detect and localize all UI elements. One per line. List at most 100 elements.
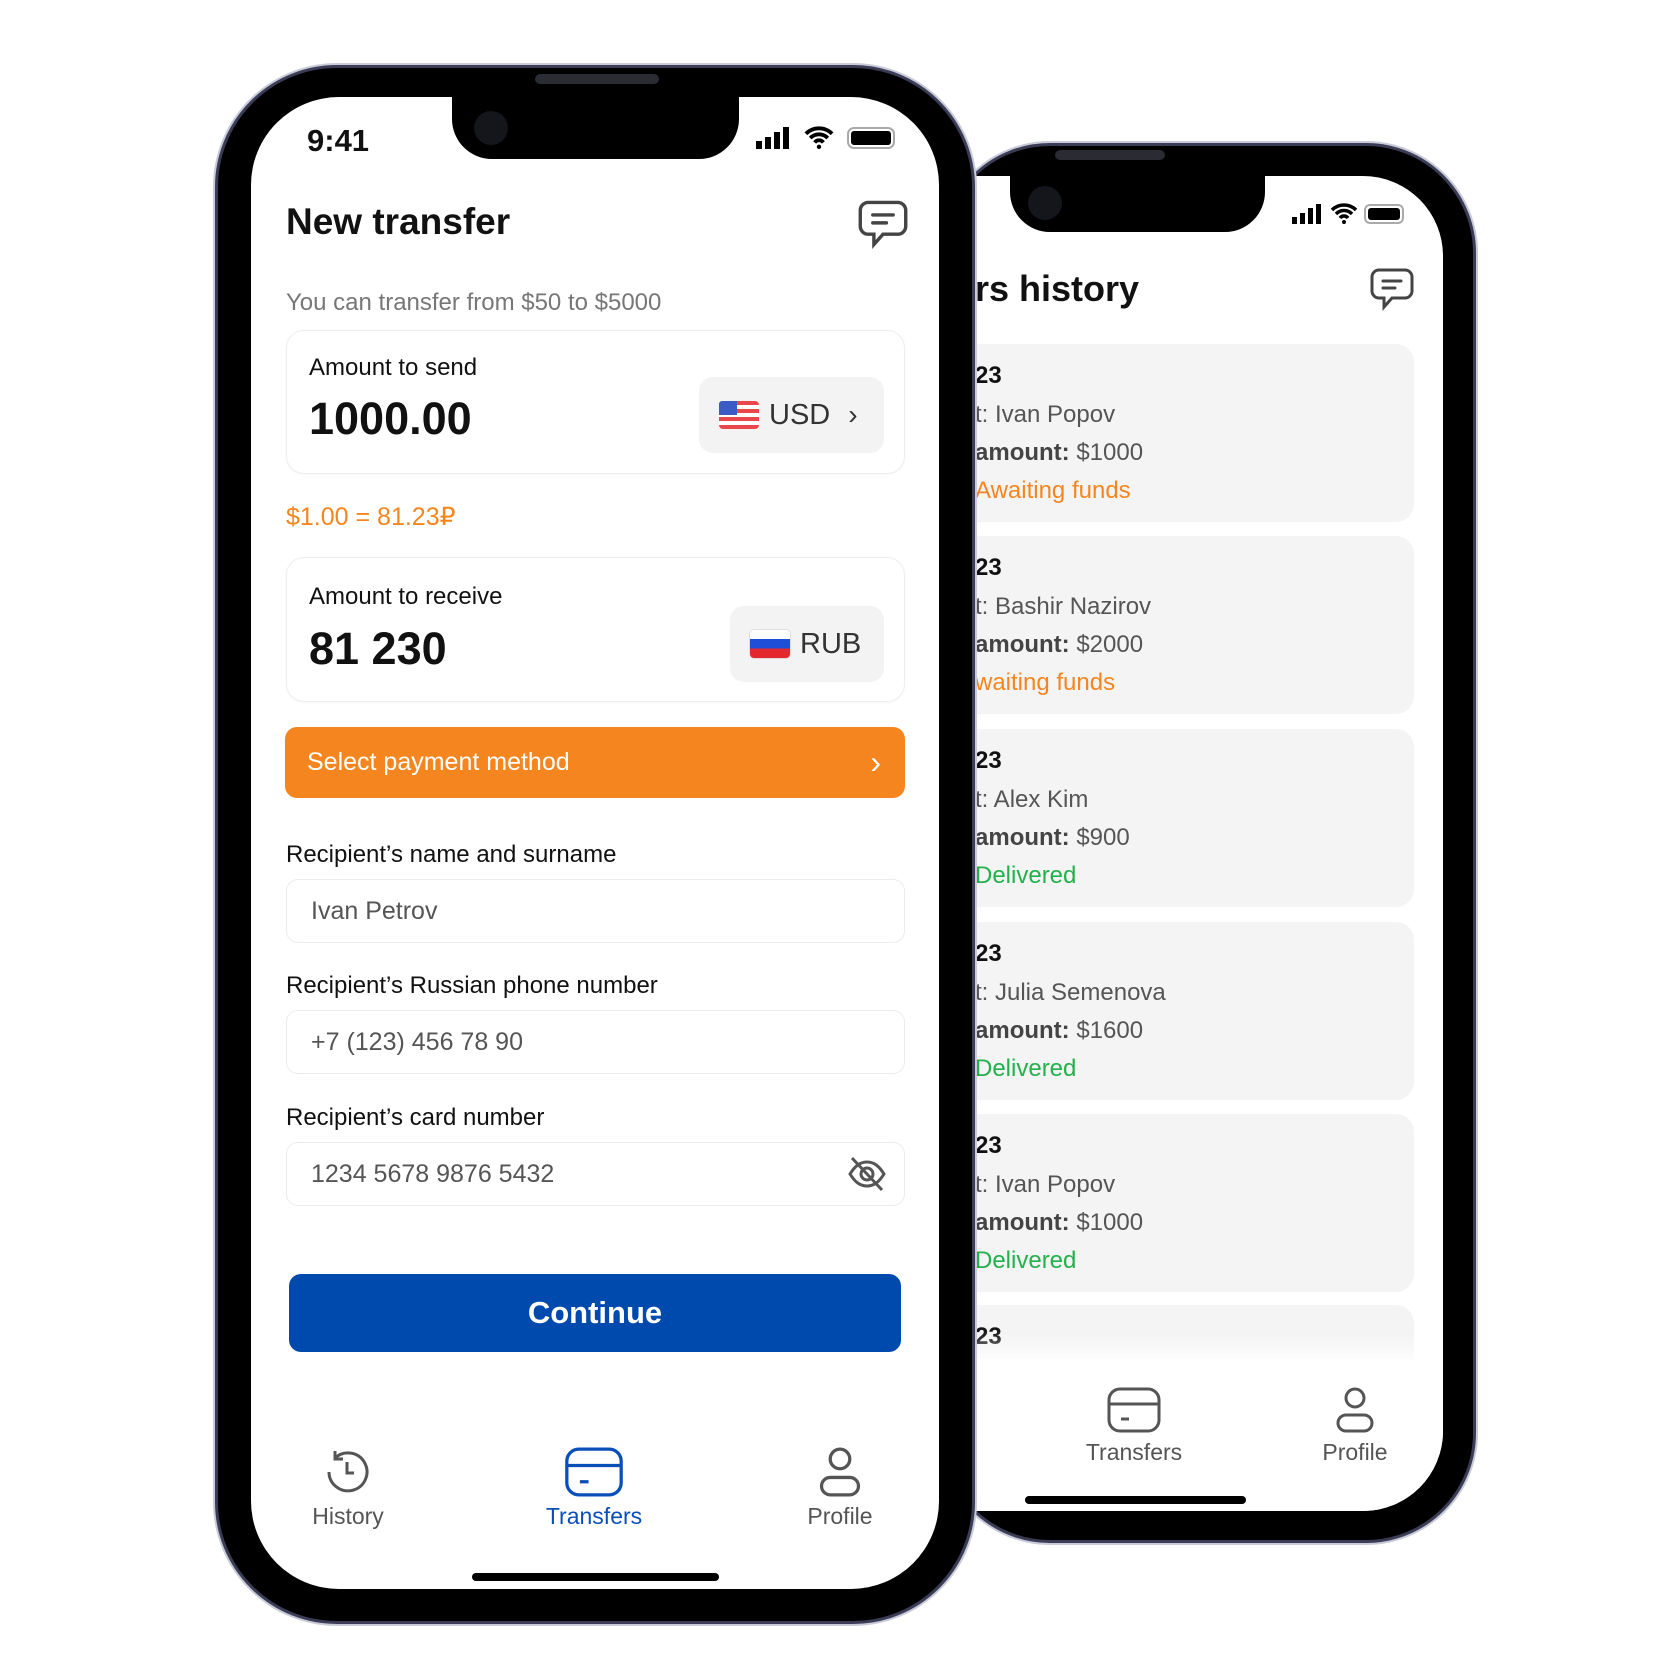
nav-label: Transfers [1085, 1439, 1183, 1465]
card-icon [565, 1447, 623, 1497]
history-phone: rs history 23 t: Ivan Popov amount: $1000 A… [940, 143, 1476, 1543]
signal-icon [1292, 204, 1322, 229]
history-icon [327, 1451, 369, 1493]
select-payment-method-button[interactable]: Select payment method › [285, 727, 905, 798]
transfer-history-card[interactable]: 23 t: Alex Kim amount: $900 Delivered [960, 729, 1414, 907]
button-label: Select payment method [307, 748, 570, 776]
nav-history[interactable]: History [288, 1447, 408, 1530]
history-screen: rs history 23 t: Ivan Popov amount: $1000 A… [960, 176, 1443, 1511]
receive-amount-card: Amount to receive 81 230 RUB [286, 557, 905, 702]
transfer-status: waiting funds [975, 669, 1116, 696]
card-label: Recipient’s card number [286, 1104, 545, 1131]
notch [1010, 174, 1265, 232]
nav-label: History [312, 1503, 384, 1529]
transfer-date: 23 [975, 1323, 1002, 1350]
card-icon [1107, 1387, 1161, 1433]
receive-label: Amount to receive [309, 583, 503, 610]
recipient-name-input[interactable]: Ivan Petrov [286, 879, 905, 943]
nav-profile[interactable]: Profile [1295, 1387, 1415, 1466]
amount-value: $900 [1076, 824, 1130, 851]
nav-transfers[interactable]: Transfers [524, 1447, 664, 1530]
transfer-recipient: t: Julia Semenova [975, 979, 1166, 1006]
amount-label: amount: [975, 631, 1070, 658]
transfer-amount: amount: $1000 [975, 439, 1143, 467]
battery-icon [847, 127, 895, 149]
send-label: Amount to send [309, 354, 478, 381]
transfer-history-card[interactable]: 23 t: Ivan Popov amount: $1000 Awaiting fun… [960, 344, 1414, 522]
speaker [535, 74, 659, 84]
nav-profile[interactable]: Profile [780, 1447, 900, 1530]
transfer-status: Awaiting funds [975, 477, 1131, 504]
transfer-recipient: t: Bashir Nazirov [975, 593, 1152, 620]
nav-label: Profile [1322, 1439, 1388, 1465]
ru-flag-icon [750, 630, 790, 658]
wifi-icon [1330, 202, 1358, 229]
currency-select-rub[interactable]: RUB [730, 606, 884, 682]
transfer-status: Delivered [975, 862, 1077, 889]
chevron-right-icon: › [870, 744, 881, 780]
nav-transfers[interactable]: Transfers [1074, 1387, 1194, 1466]
amount-value: $2000 [1076, 631, 1144, 658]
chevron-right-icon: › [848, 399, 858, 430]
nav-label: Transfers [545, 1503, 643, 1529]
amount-label: amount: [975, 1209, 1070, 1236]
phone-label: Recipient’s Russian phone number [286, 972, 658, 999]
transfer-recipient: t: Alex Kim [975, 786, 1089, 813]
chat-icon[interactable] [858, 199, 908, 254]
send-amount-input[interactable]: 1000.00 [309, 393, 472, 445]
amount-label: amount: [975, 824, 1070, 851]
transfer-amount: amount: $1000 [975, 1209, 1143, 1237]
transfer-history-card[interactable]: 23 t: Julia Semenova amount: $1600 Delivere… [960, 922, 1414, 1100]
amount-value: $1000 [1076, 1209, 1144, 1236]
home-indicator [472, 1573, 719, 1581]
currency-code: USD [769, 398, 831, 431]
transfer-history-card[interactable]: 23 t: Ivan Popov amount: $1000 Delivered [960, 1114, 1414, 1292]
user-icon [819, 1447, 861, 1497]
amount-label: amount: [975, 439, 1070, 466]
receive-amount: 81 230 [309, 623, 447, 674]
transfer-recipient: t: Ivan Popov [975, 1171, 1116, 1198]
amount-value: $1600 [1076, 1017, 1144, 1044]
transfer-amount: amount: $1600 [975, 1017, 1143, 1045]
transfer-date: 23 [975, 747, 1002, 774]
card-number-value: 1234 5678 9876 5432 [311, 1159, 555, 1188]
page-title: New transfer [286, 201, 511, 242]
notch [452, 97, 739, 159]
page-title: rs history [975, 268, 1140, 309]
recipient-card-input[interactable]: 1234 5678 9876 5432 [286, 1142, 905, 1206]
nav-label: Profile [807, 1503, 873, 1529]
signal-icon [756, 127, 790, 154]
transfer-limit-text: You can transfer from $50 to $5000 [286, 289, 662, 316]
name-label: Recipient’s name and surname [286, 841, 617, 868]
currency-select-usd[interactable]: USD › [699, 377, 884, 453]
send-amount-card: Amount to send 1000.00 USD › [286, 330, 905, 474]
transfer-date: 23 [975, 940, 1002, 967]
exchange-rate: $1.00 = 81.23₽ [286, 503, 456, 531]
transfer-date: 23 [975, 362, 1002, 389]
transfer-history-card[interactable]: 23 t: Bashir Nazirov amount: $2000 waiting … [960, 536, 1414, 714]
transfer-status: Delivered [975, 1247, 1077, 1274]
eye-off-icon[interactable] [847, 1155, 887, 1198]
transfer-date: 23 [975, 554, 1002, 581]
transfer-phone: 9:41 New transfer You can transfer from … [215, 65, 975, 1624]
transfer-amount: amount: $900 [975, 824, 1130, 852]
amount-value: $1000 [1076, 439, 1144, 466]
speaker [1055, 150, 1165, 160]
home-indicator [1025, 1496, 1246, 1504]
currency-code: RUB [800, 627, 862, 660]
transfer-amount: amount: $2000 [975, 631, 1143, 659]
transfer-recipient: t: Ivan Popov [975, 401, 1116, 428]
transfer-date: 23 [975, 1132, 1002, 1159]
chat-icon[interactable] [1370, 267, 1414, 316]
bottom-nav: Transfers Profile [960, 1359, 1443, 1511]
user-icon [1336, 1387, 1374, 1433]
recipient-phone-input[interactable]: +7 (123) 456 78 90 [286, 1010, 905, 1074]
us-flag-icon [719, 401, 759, 429]
status-time: 9:41 [307, 123, 370, 158]
continue-button[interactable]: Continue [289, 1274, 901, 1352]
transfer-screen: 9:41 New transfer You can transfer from … [251, 97, 939, 1589]
transfer-status: Delivered [975, 1055, 1077, 1082]
amount-label: amount: [975, 1017, 1070, 1044]
wifi-icon [803, 125, 835, 154]
battery-icon [1364, 204, 1404, 224]
